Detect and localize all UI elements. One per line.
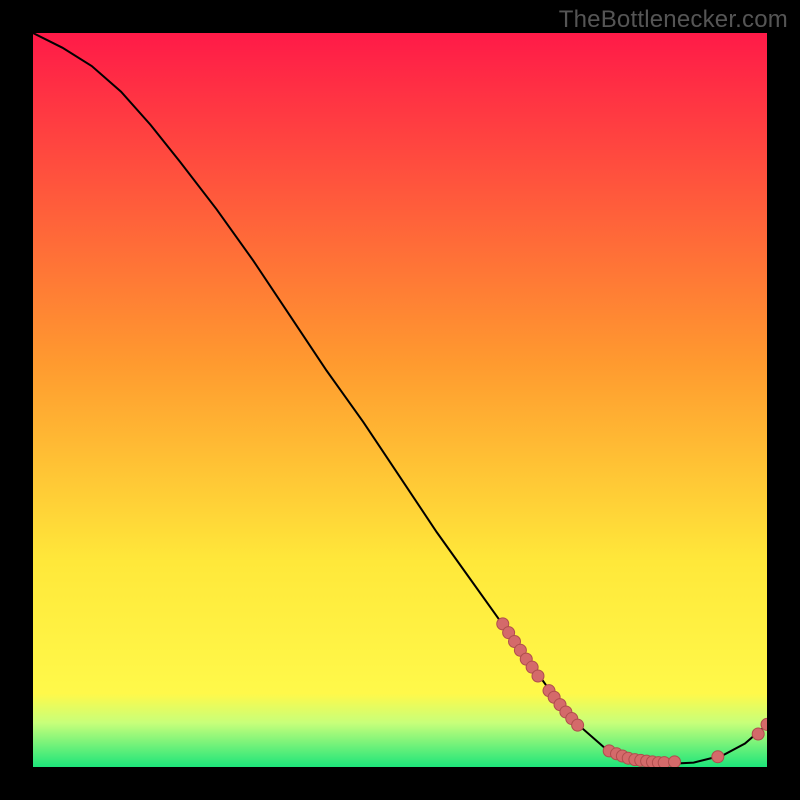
curve-marker [752, 728, 764, 740]
gradient-background [33, 33, 767, 767]
plot-area [33, 33, 767, 767]
curve-marker [669, 756, 681, 767]
watermark-text: TheBottlenecker.com [559, 6, 788, 34]
curve-marker [712, 751, 724, 763]
chart-svg [33, 33, 767, 767]
curve-marker [572, 719, 584, 731]
chart-frame: TheBottlenecker.com [0, 0, 800, 800]
curve-marker [532, 670, 544, 682]
